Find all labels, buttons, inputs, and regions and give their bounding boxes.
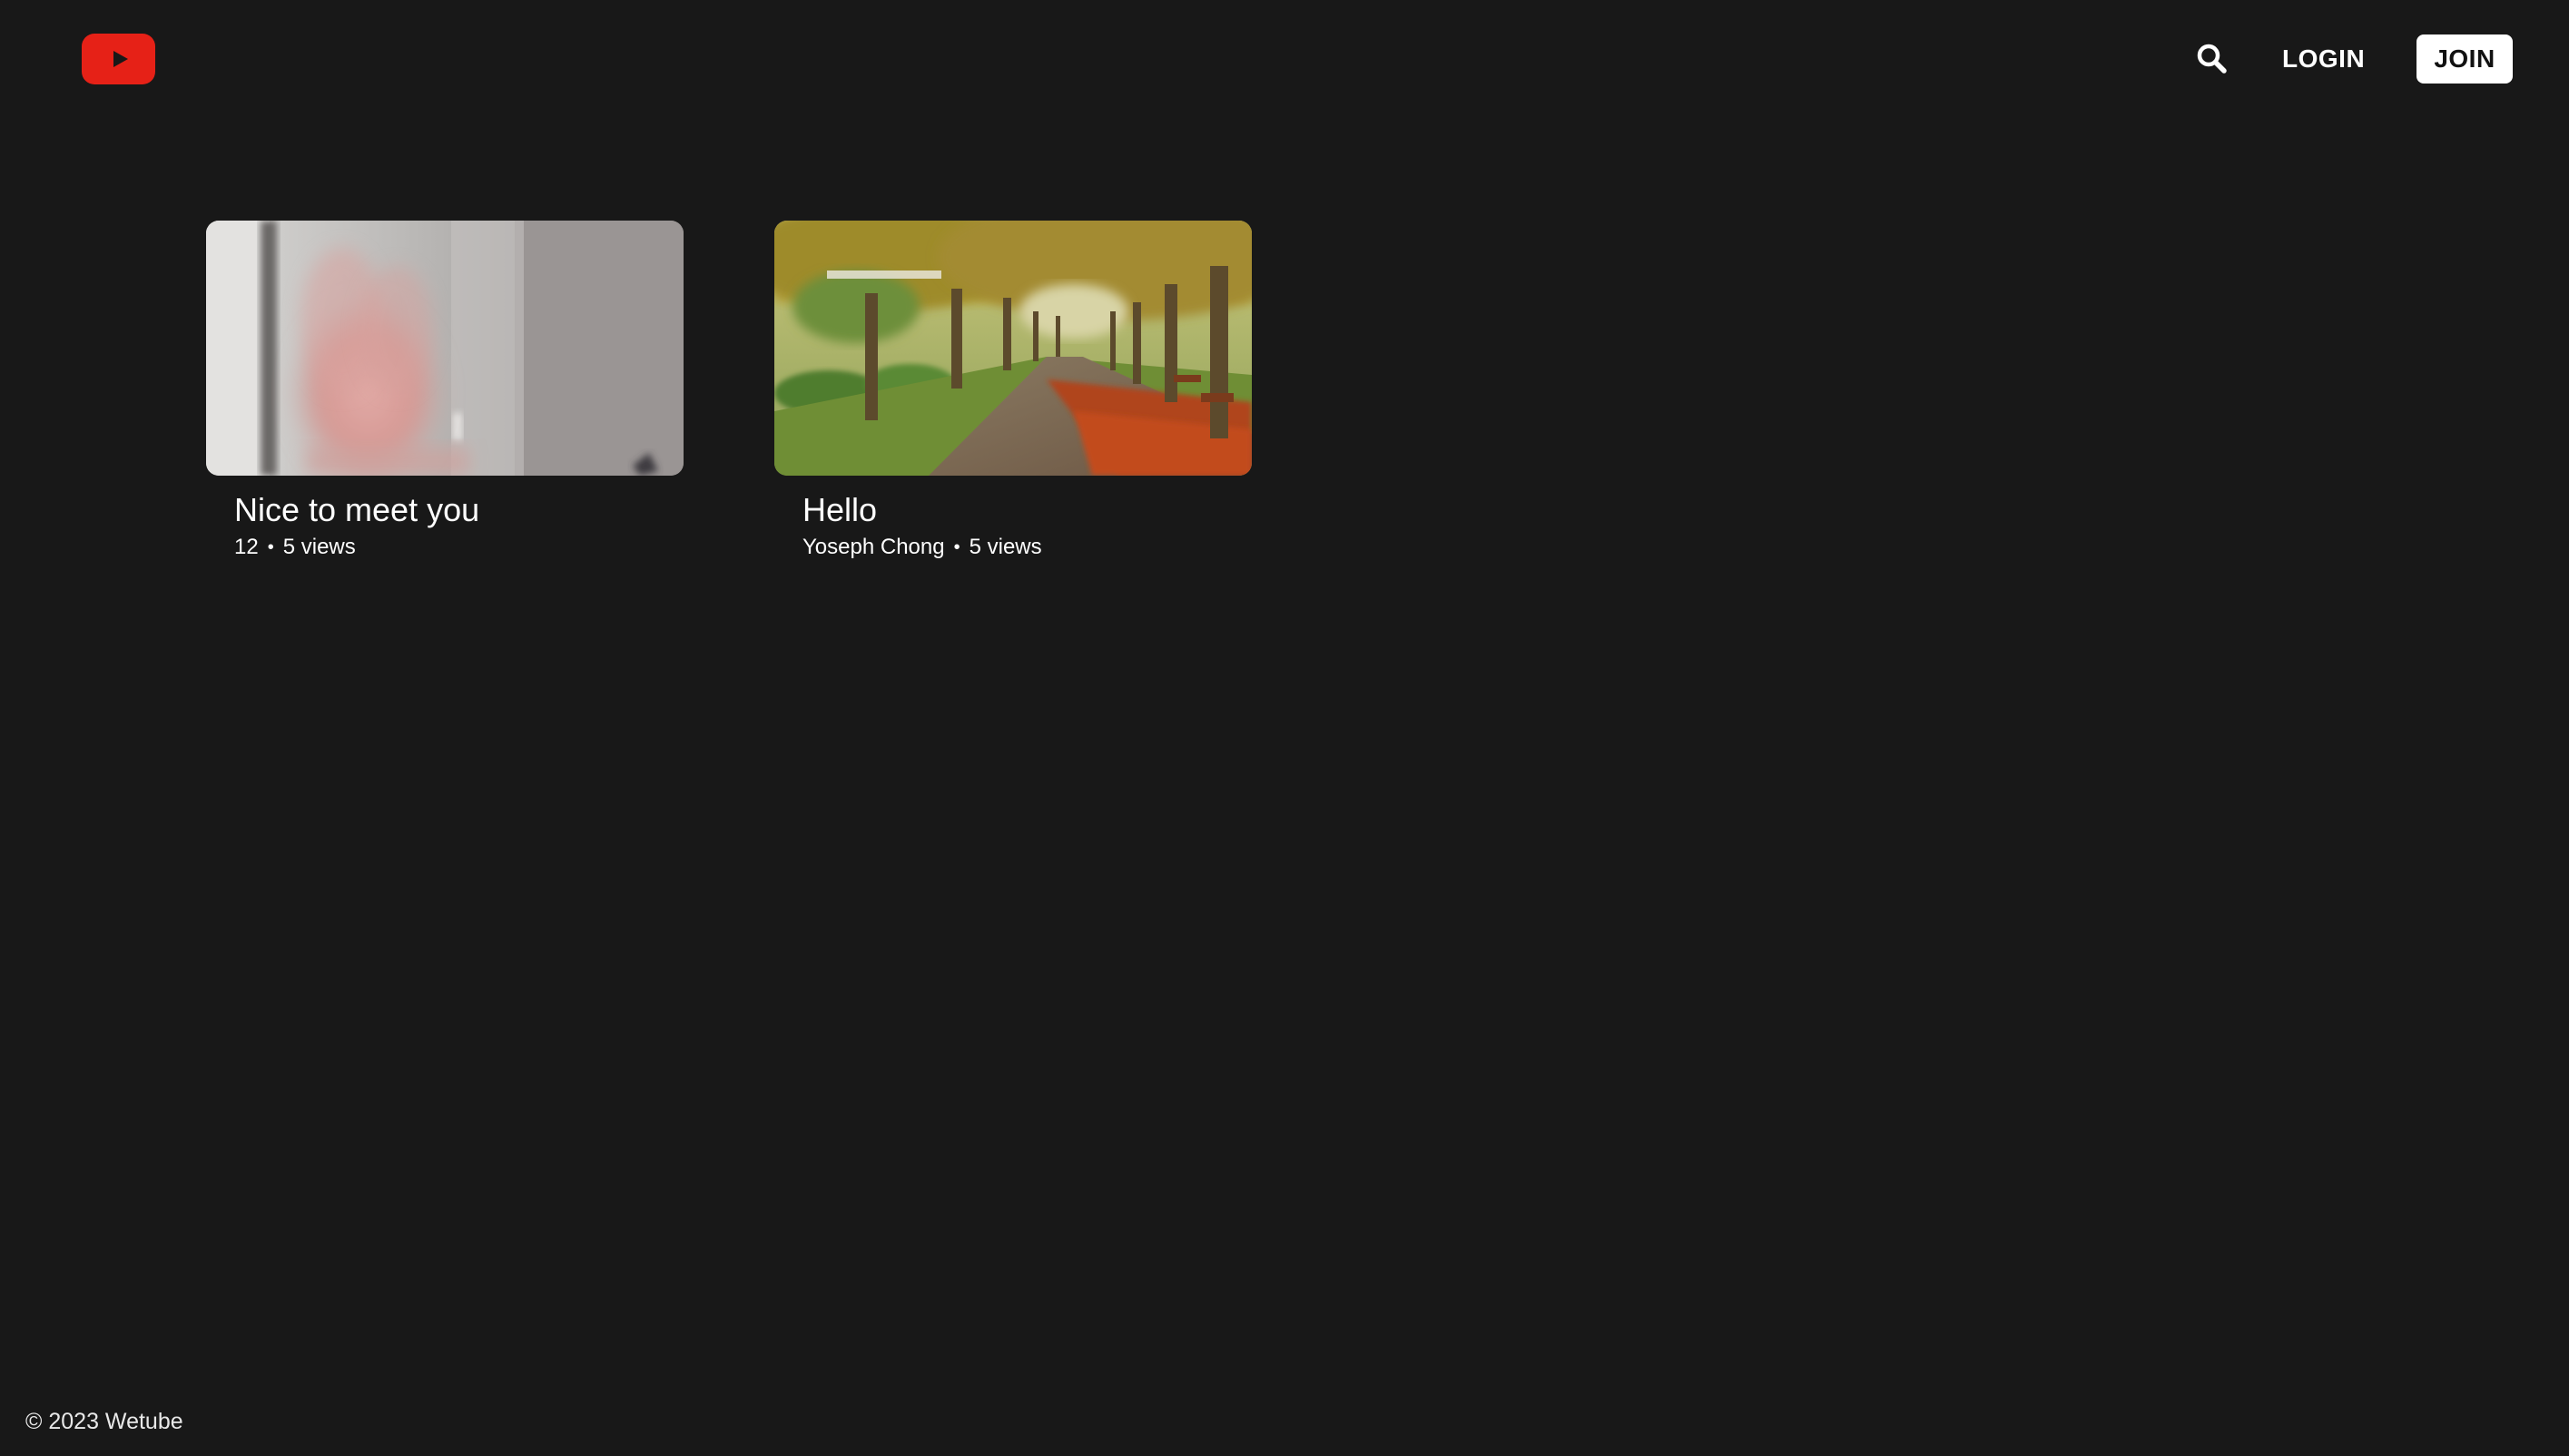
- video-views: 5 views: [969, 535, 1042, 559]
- video-card[interactable]: Hello Yoseph Chong • 5 views: [774, 221, 1252, 559]
- video-owner[interactable]: Yoseph Chong: [802, 533, 945, 562]
- meta-separator-dot: •: [267, 537, 274, 557]
- join-button[interactable]: JOIN: [2416, 34, 2513, 84]
- site-header: LOGIN JOIN: [0, 0, 2569, 118]
- site-footer: © 2023 Wetube: [25, 1407, 183, 1436]
- video-owner[interactable]: 12: [234, 533, 259, 562]
- video-thumbnail[interactable]: [774, 221, 1252, 476]
- video-card[interactable]: Nice to meet you 12 • 5 views: [206, 221, 684, 559]
- login-link[interactable]: LOGIN: [2282, 40, 2365, 78]
- video-thumbnail[interactable]: [206, 221, 684, 476]
- search-link[interactable]: [2194, 41, 2230, 77]
- search-icon: [2197, 44, 2227, 74]
- video-meta: Yoseph Chong • 5 views: [802, 533, 1042, 562]
- video-title[interactable]: Hello: [802, 490, 877, 530]
- video-thumbnail-image: [206, 221, 684, 476]
- copyright-text: © 2023 Wetube: [25, 1409, 183, 1434]
- video-title[interactable]: Nice to meet you: [234, 490, 479, 530]
- home-logo-link[interactable]: [82, 34, 155, 84]
- video-views: 5 views: [282, 535, 356, 559]
- youtube-play-icon: [113, 51, 128, 67]
- meta-separator-dot: •: [953, 537, 960, 557]
- video-thumbnail-image: [774, 221, 1252, 476]
- video-meta: 12 • 5 views: [234, 533, 356, 562]
